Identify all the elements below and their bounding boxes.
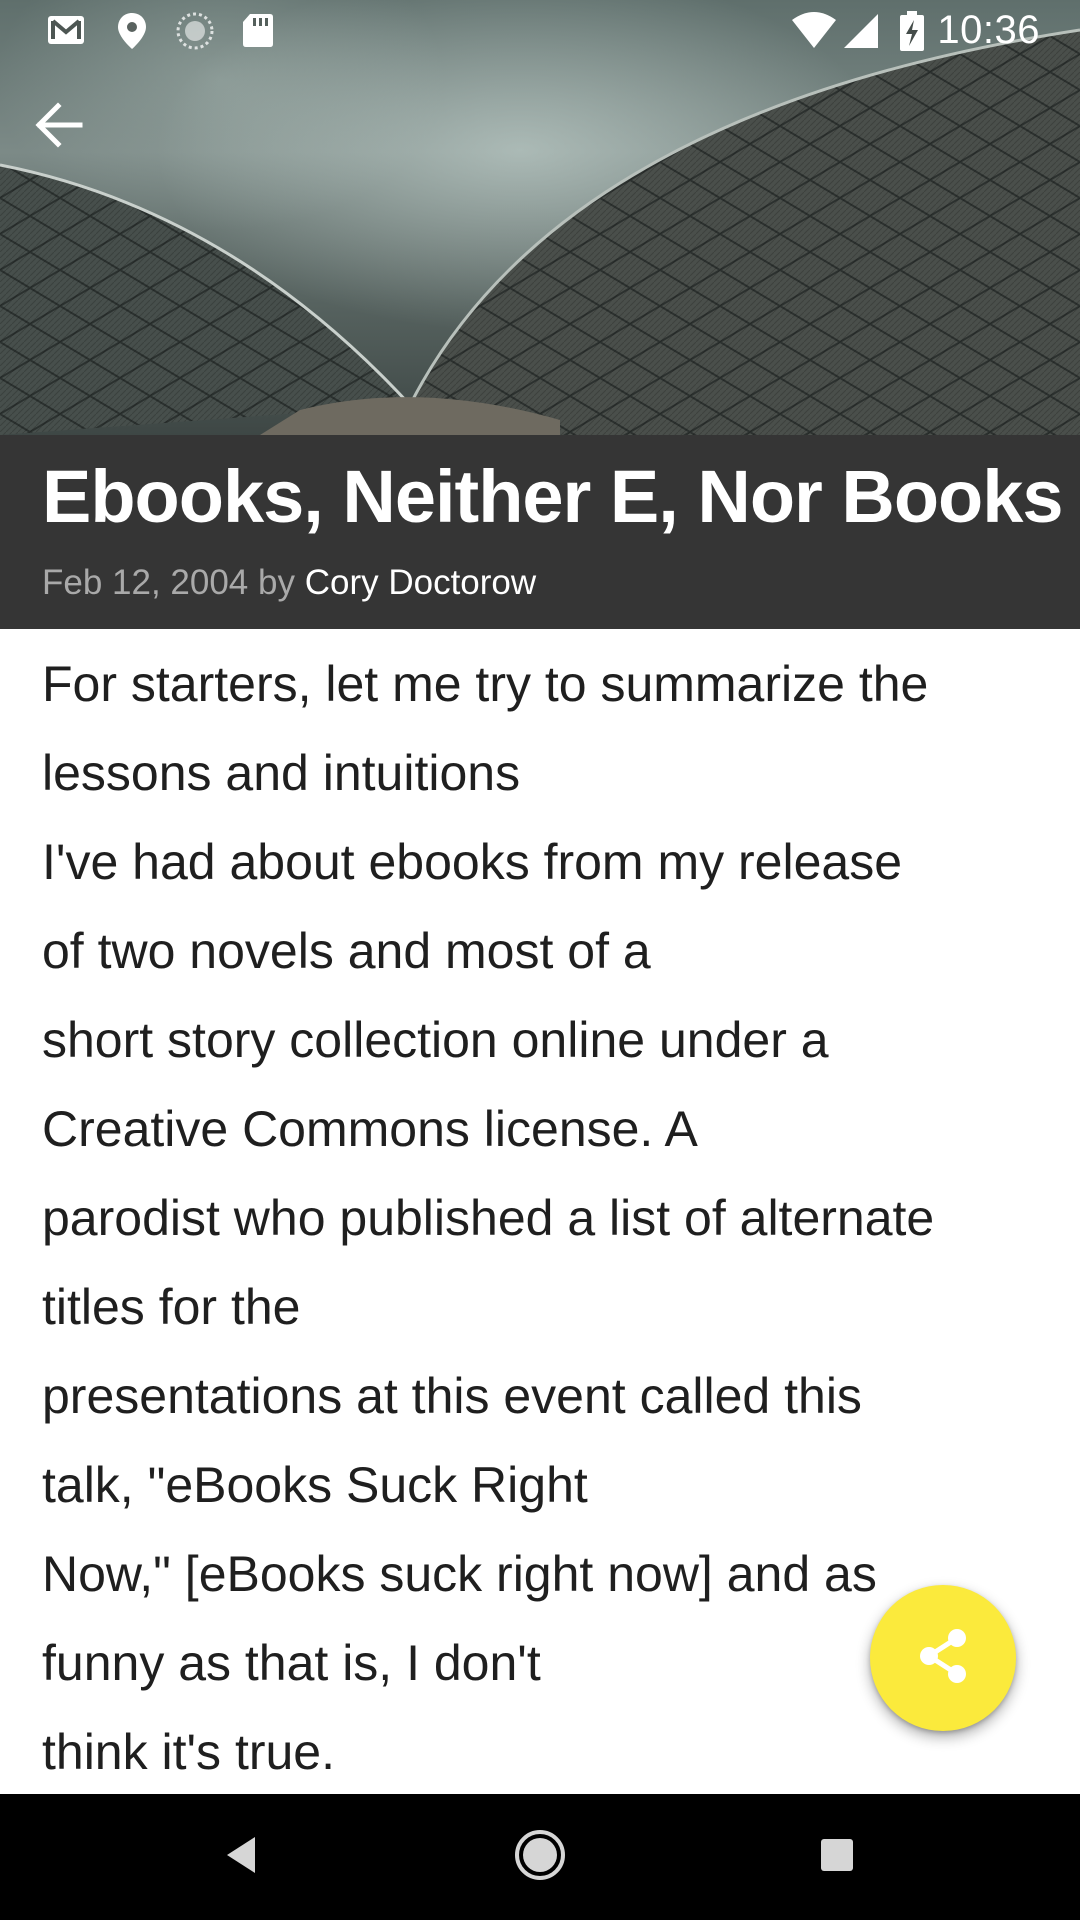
article-title: Ebooks, Neither E, Nor Books — [42, 455, 1064, 538]
header-image: 10:36 — [0, 0, 1080, 435]
battery-charging-icon — [898, 10, 926, 52]
location-pin-icon — [112, 10, 152, 52]
status-bar: 10:36 — [0, 0, 1080, 64]
author-link[interactable]: Cory Doctorow — [305, 563, 536, 602]
sync-progress-icon — [174, 10, 214, 52]
body-line: I've had about ebooks from my release — [42, 834, 903, 890]
body-line: For starters, let me try to summarize th… — [42, 656, 929, 712]
cell-signal-icon — [842, 10, 882, 52]
nav-back-icon — [221, 1833, 261, 1881]
body-line: short story collection online under a — [42, 1012, 829, 1068]
status-time: 10:36 — [937, 8, 1040, 52]
opera-house-roof-image — [0, 28, 1080, 435]
body-line: lessons and intuitions — [42, 745, 521, 801]
body-line: think it's true. — [42, 1724, 335, 1780]
share-icon — [915, 1626, 971, 1690]
nav-recents-button[interactable] — [804, 1824, 870, 1890]
gmail-icon — [46, 10, 86, 52]
share-button[interactable] — [870, 1585, 1016, 1731]
wifi-icon — [790, 10, 838, 52]
body-line: talk, "eBooks Suck Right — [42, 1457, 588, 1513]
article-header: Ebooks, Neither E, Nor Books Feb 12, 200… — [0, 435, 1080, 629]
byline-by: by — [258, 563, 295, 602]
nav-home-icon — [512, 1827, 568, 1887]
nav-back-button[interactable] — [208, 1824, 274, 1890]
sd-card-icon — [238, 10, 278, 52]
navigation-bar — [0, 1794, 1080, 1920]
body-line: titles for the — [42, 1279, 301, 1335]
byline: Feb 12, 2004 by Cory Doctorow — [42, 563, 536, 603]
nav-recents-icon — [817, 1835, 857, 1879]
body-line: parodist who published a list of alterna… — [42, 1190, 935, 1246]
back-button[interactable] — [34, 102, 112, 180]
body-line: of two novels and most of a — [42, 923, 651, 979]
article-date: Feb 12, 2004 — [42, 563, 249, 602]
body-line: Creative Commons license. A — [42, 1101, 698, 1157]
nav-home-button[interactable] — [507, 1824, 573, 1890]
body-line: presentations at this event called this — [42, 1368, 862, 1424]
